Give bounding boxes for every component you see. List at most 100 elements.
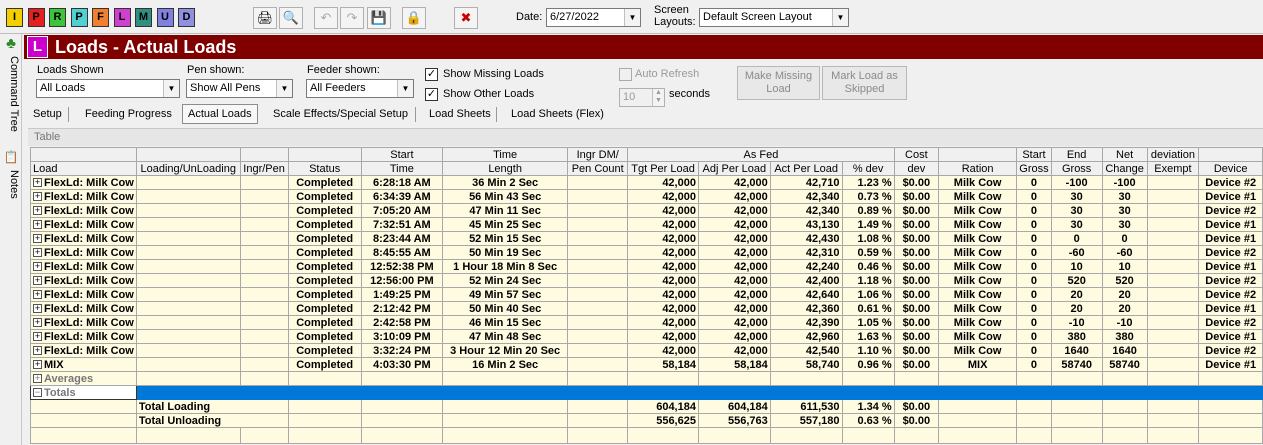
pen-shown-select[interactable]: Show All Pens ▼ xyxy=(186,79,293,98)
table-row[interactable]: + MIX Completed 4:03:30 PM 16 Min 2 Sec 58,18… xyxy=(30,357,1263,372)
chevron-down-icon[interactable]: ▼ xyxy=(163,80,179,97)
module-button-2[interactable]: R xyxy=(49,8,66,27)
expand-icon[interactable]: + xyxy=(33,178,42,188)
column-header[interactable]: Change xyxy=(1101,161,1148,176)
print-icon[interactable]: 🖨 xyxy=(253,7,277,29)
table-row[interactable]: + FlexLd: Milk Cow Completed 2:12:42 PM 50 M… xyxy=(30,301,1263,316)
table-cell xyxy=(287,399,362,414)
expand-icon[interactable]: + xyxy=(33,360,42,370)
expand-icon[interactable]: + xyxy=(33,374,42,384)
column-header[interactable]: Pen Count xyxy=(567,161,629,176)
column-header[interactable]: Act Per Load xyxy=(769,161,843,176)
table-cell: 0 xyxy=(1016,273,1052,288)
table-cell xyxy=(239,203,289,218)
show-missing-checkbox[interactable]: ✓ xyxy=(425,68,438,81)
chevron-down-icon[interactable]: ▼ xyxy=(397,80,413,97)
table-row[interactable]: + FlexLd: Milk Cow Completed 6:28:18 AM 36 M… xyxy=(30,175,1263,190)
expand-icon[interactable]: + xyxy=(33,262,42,272)
module-button-1[interactable]: P xyxy=(27,8,45,27)
column-header[interactable]: Exempt xyxy=(1146,161,1200,176)
tab-load-sheets-flex[interactable]: Load Sheets (Flex) xyxy=(506,104,609,124)
module-button-5[interactable]: L xyxy=(113,8,131,27)
lock-icon[interactable]: 🔒 xyxy=(402,7,426,29)
chevron-down-icon[interactable]: ▼ xyxy=(624,9,640,26)
table-row[interactable]: + FlexLd: Milk Cow Completed 2:42:58 PM 46 M… xyxy=(30,315,1263,330)
module-button-3[interactable]: P xyxy=(70,8,88,27)
table-cell: Device #2 xyxy=(1198,203,1263,218)
table-cell: 20 xyxy=(1050,287,1103,302)
notes-tab[interactable]: Notes xyxy=(2,150,20,210)
module-button-4[interactable]: F xyxy=(92,8,109,27)
chevron-down-icon[interactable]: ▼ xyxy=(276,80,292,97)
column-header[interactable]: Loading/UnLoading xyxy=(135,161,241,176)
tab-actual-loads[interactable]: Actual Loads xyxy=(182,104,258,124)
module-button-8[interactable]: D xyxy=(178,8,195,27)
column-header[interactable]: % dev xyxy=(841,161,895,176)
table-row[interactable]: + FlexLd: Milk Cow Completed 1:49:25 PM 49 M… xyxy=(30,287,1263,302)
expand-icon[interactable]: + xyxy=(33,304,42,314)
table-cell xyxy=(567,427,629,444)
screen-layout-select[interactable]: Default Screen Layout ▼ xyxy=(699,8,849,27)
date-picker[interactable]: 6/27/2022 ▼ xyxy=(546,8,641,27)
table-row[interactable]: + FlexLd: Milk Cow Completed 3:32:24 PM 3 Ho… xyxy=(30,343,1263,358)
column-header[interactable]: Load xyxy=(30,161,137,176)
tab-feeding-progress[interactable]: Feeding Progress xyxy=(80,104,177,124)
expand-icon[interactable]: + xyxy=(33,192,42,202)
print-preview-icon[interactable]: 🔍 xyxy=(279,7,303,29)
spinner-arrows-icon[interactable]: ▲ ▼ xyxy=(652,89,664,106)
tab-load-sheets[interactable]: Load Sheets xyxy=(424,104,496,124)
collapse-icon[interactable]: − xyxy=(33,388,42,398)
column-header[interactable]: Ration xyxy=(937,161,1018,176)
expand-icon[interactable]: + xyxy=(33,346,42,356)
averages-row[interactable]: + Averages xyxy=(30,371,1263,386)
table-row[interactable]: + FlexLd: Milk Cow Completed 12:56:00 PM 52 … xyxy=(30,273,1263,288)
module-button-6[interactable]: M xyxy=(135,8,152,27)
tab-scale-effects-special-setup[interactable]: Scale Effects/Special Setup xyxy=(268,104,413,124)
feeder-shown-select[interactable]: All Feeders ▼ xyxy=(306,79,414,98)
module-button-7[interactable]: U xyxy=(156,8,174,27)
totals-row[interactable]: − Totals xyxy=(30,385,1263,400)
make-missing-load-button[interactable]: Make Missing Load xyxy=(737,66,820,100)
table-row[interactable]: + FlexLd: Milk Cow Completed 3:10:09 PM 47 M… xyxy=(30,329,1263,344)
mark-load-skipped-button[interactable]: Mark Load as Skipped xyxy=(822,66,907,100)
column-header[interactable]: Time xyxy=(360,161,443,176)
table-row[interactable]: + FlexLd: Milk Cow Completed 6:34:39 AM 56 M… xyxy=(30,189,1263,204)
expand-icon[interactable]: + xyxy=(33,276,42,286)
loads-shown-select[interactable]: All Loads ▼ xyxy=(36,79,180,98)
expand-icon[interactable]: + xyxy=(33,318,42,328)
column-header[interactable]: Device xyxy=(1198,161,1263,176)
module-button-0[interactable]: I xyxy=(6,8,23,27)
column-header[interactable]: Ingr/Pen xyxy=(239,161,289,176)
table-cell xyxy=(1146,259,1200,274)
table-row[interactable]: + FlexLd: Milk Cow Completed 12:52:38 PM 1 H… xyxy=(30,259,1263,274)
refresh-interval-spinner[interactable]: 10 ▲ ▼ xyxy=(619,88,665,107)
expand-icon[interactable]: + xyxy=(33,248,42,258)
table-cell: 56 Min 43 Sec xyxy=(441,189,569,204)
save-icon[interactable]: 💾 xyxy=(367,7,391,29)
table-row[interactable]: + FlexLd: Milk Cow Completed 8:45:55 AM 50 M… xyxy=(30,245,1263,260)
column-header[interactable]: Gross xyxy=(1016,161,1052,176)
column-header[interactable]: Length xyxy=(441,161,569,176)
column-header[interactable]: Status xyxy=(287,161,362,176)
tab-setup[interactable]: Setup xyxy=(28,104,67,124)
expand-icon[interactable]: + xyxy=(33,234,42,244)
chevron-down-icon[interactable]: ▼ xyxy=(832,9,848,26)
table-cell: 0 xyxy=(1016,315,1052,330)
table-row[interactable]: + FlexLd: Milk Cow Completed 8:23:44 AM 52 M… xyxy=(30,231,1263,246)
expand-icon[interactable]: + xyxy=(33,220,42,230)
column-header[interactable]: dev xyxy=(893,161,939,176)
table-row[interactable]: + FlexLd: Milk Cow Completed 7:32:51 AM 45 M… xyxy=(30,217,1263,232)
expand-icon[interactable]: + xyxy=(33,290,42,300)
exit-icon[interactable]: ✖ xyxy=(454,7,478,29)
command-tree-tab[interactable]: Command Tree xyxy=(2,36,20,148)
undo-icon[interactable]: ↶ xyxy=(314,7,338,29)
auto-refresh-checkbox[interactable] xyxy=(619,68,632,81)
column-header[interactable]: Adj Per Load xyxy=(697,161,771,176)
show-other-checkbox[interactable]: ✓ xyxy=(425,88,438,101)
column-header[interactable]: Tgt Per Load xyxy=(627,161,699,176)
expand-icon[interactable]: + xyxy=(33,206,42,216)
column-header[interactable]: Gross xyxy=(1050,161,1103,176)
expand-icon[interactable]: + xyxy=(33,332,42,342)
table-row[interactable]: + FlexLd: Milk Cow Completed 7:05:20 AM 47 M… xyxy=(30,203,1263,218)
redo-icon[interactable]: ↷ xyxy=(340,7,364,29)
